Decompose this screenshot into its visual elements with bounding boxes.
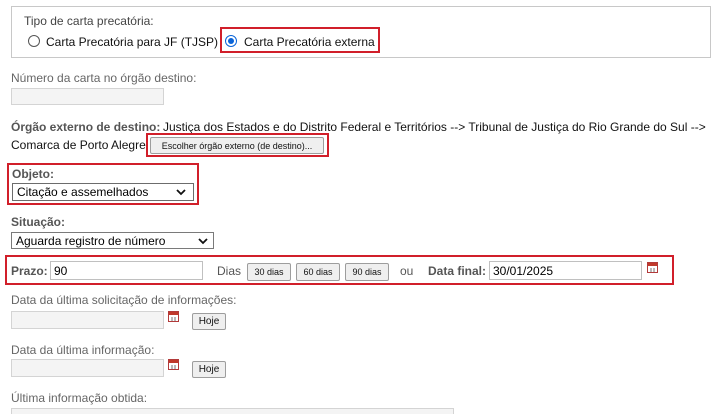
orgao-value-line2: Comarca de Porto Alegre: [11, 138, 146, 152]
ultima-solicitacao-hoje-button[interactable]: Hoje: [192, 313, 226, 330]
prazo-input[interactable]: 90: [50, 261, 203, 280]
orgao-label: Órgão externo de destino:: [11, 120, 161, 134]
highlight-choose-orgao: [146, 133, 329, 157]
ultima-informacao-hoje-button[interactable]: Hoje: [192, 361, 226, 378]
situacao-chevron-down-icon: [198, 238, 208, 245]
prazo-label: Prazo:: [11, 264, 48, 278]
ultima-informacao-calendar-icon[interactable]: [168, 359, 179, 370]
data-final-calendar-icon[interactable]: [647, 262, 658, 273]
orgao-value-line1: Justiça dos Estados e do Distrito Federa…: [163, 120, 706, 134]
tipo-legend: Tipo de carta precatória:: [24, 14, 154, 28]
data-final-input-value: 30/01/2025: [493, 264, 554, 278]
ultima-solicitacao-calendar-icon[interactable]: [168, 311, 179, 322]
prazo-ou: ou: [400, 264, 414, 278]
prazo-60-dias-button[interactable]: 60 dias: [296, 263, 340, 281]
highlight-objeto: [7, 163, 199, 205]
numero-carta-label: Número da carta no órgão destino:: [11, 71, 197, 85]
prazo-unit: Dias: [217, 264, 242, 278]
situacao-select[interactable]: Aguarda registro de número: [11, 232, 214, 249]
data-final-input[interactable]: 30/01/2025: [489, 261, 642, 280]
ultima-obtida-field[interactable]: [11, 408, 454, 414]
numero-carta-field[interactable]: [11, 88, 164, 105]
situacao-label: Situação:: [11, 215, 66, 229]
ultima-informacao-label: Data da última informação:: [11, 343, 155, 357]
ultima-solicitacao-label: Data da última solicitação de informaçõe…: [11, 293, 237, 307]
ultima-solicitacao-field[interactable]: [11, 311, 164, 329]
prazo-90-dias-button[interactable]: 90 dias: [345, 263, 389, 281]
situacao-select-value: Aguarda registro de número: [16, 234, 166, 248]
prazo-input-value: 90: [54, 264, 68, 278]
radio-carta-jf[interactable]: [28, 35, 40, 47]
data-final-label: Data final:: [428, 264, 487, 278]
ultima-informacao-field[interactable]: [11, 359, 164, 377]
highlight-carta-externa: [220, 27, 380, 53]
radio-carta-jf-label[interactable]: Carta Precatória para JF (TJSP): [46, 35, 218, 49]
prazo-30-dias-button[interactable]: 30 dias: [247, 263, 291, 281]
ultima-obtida-label: Última informação obtida:: [11, 391, 148, 405]
